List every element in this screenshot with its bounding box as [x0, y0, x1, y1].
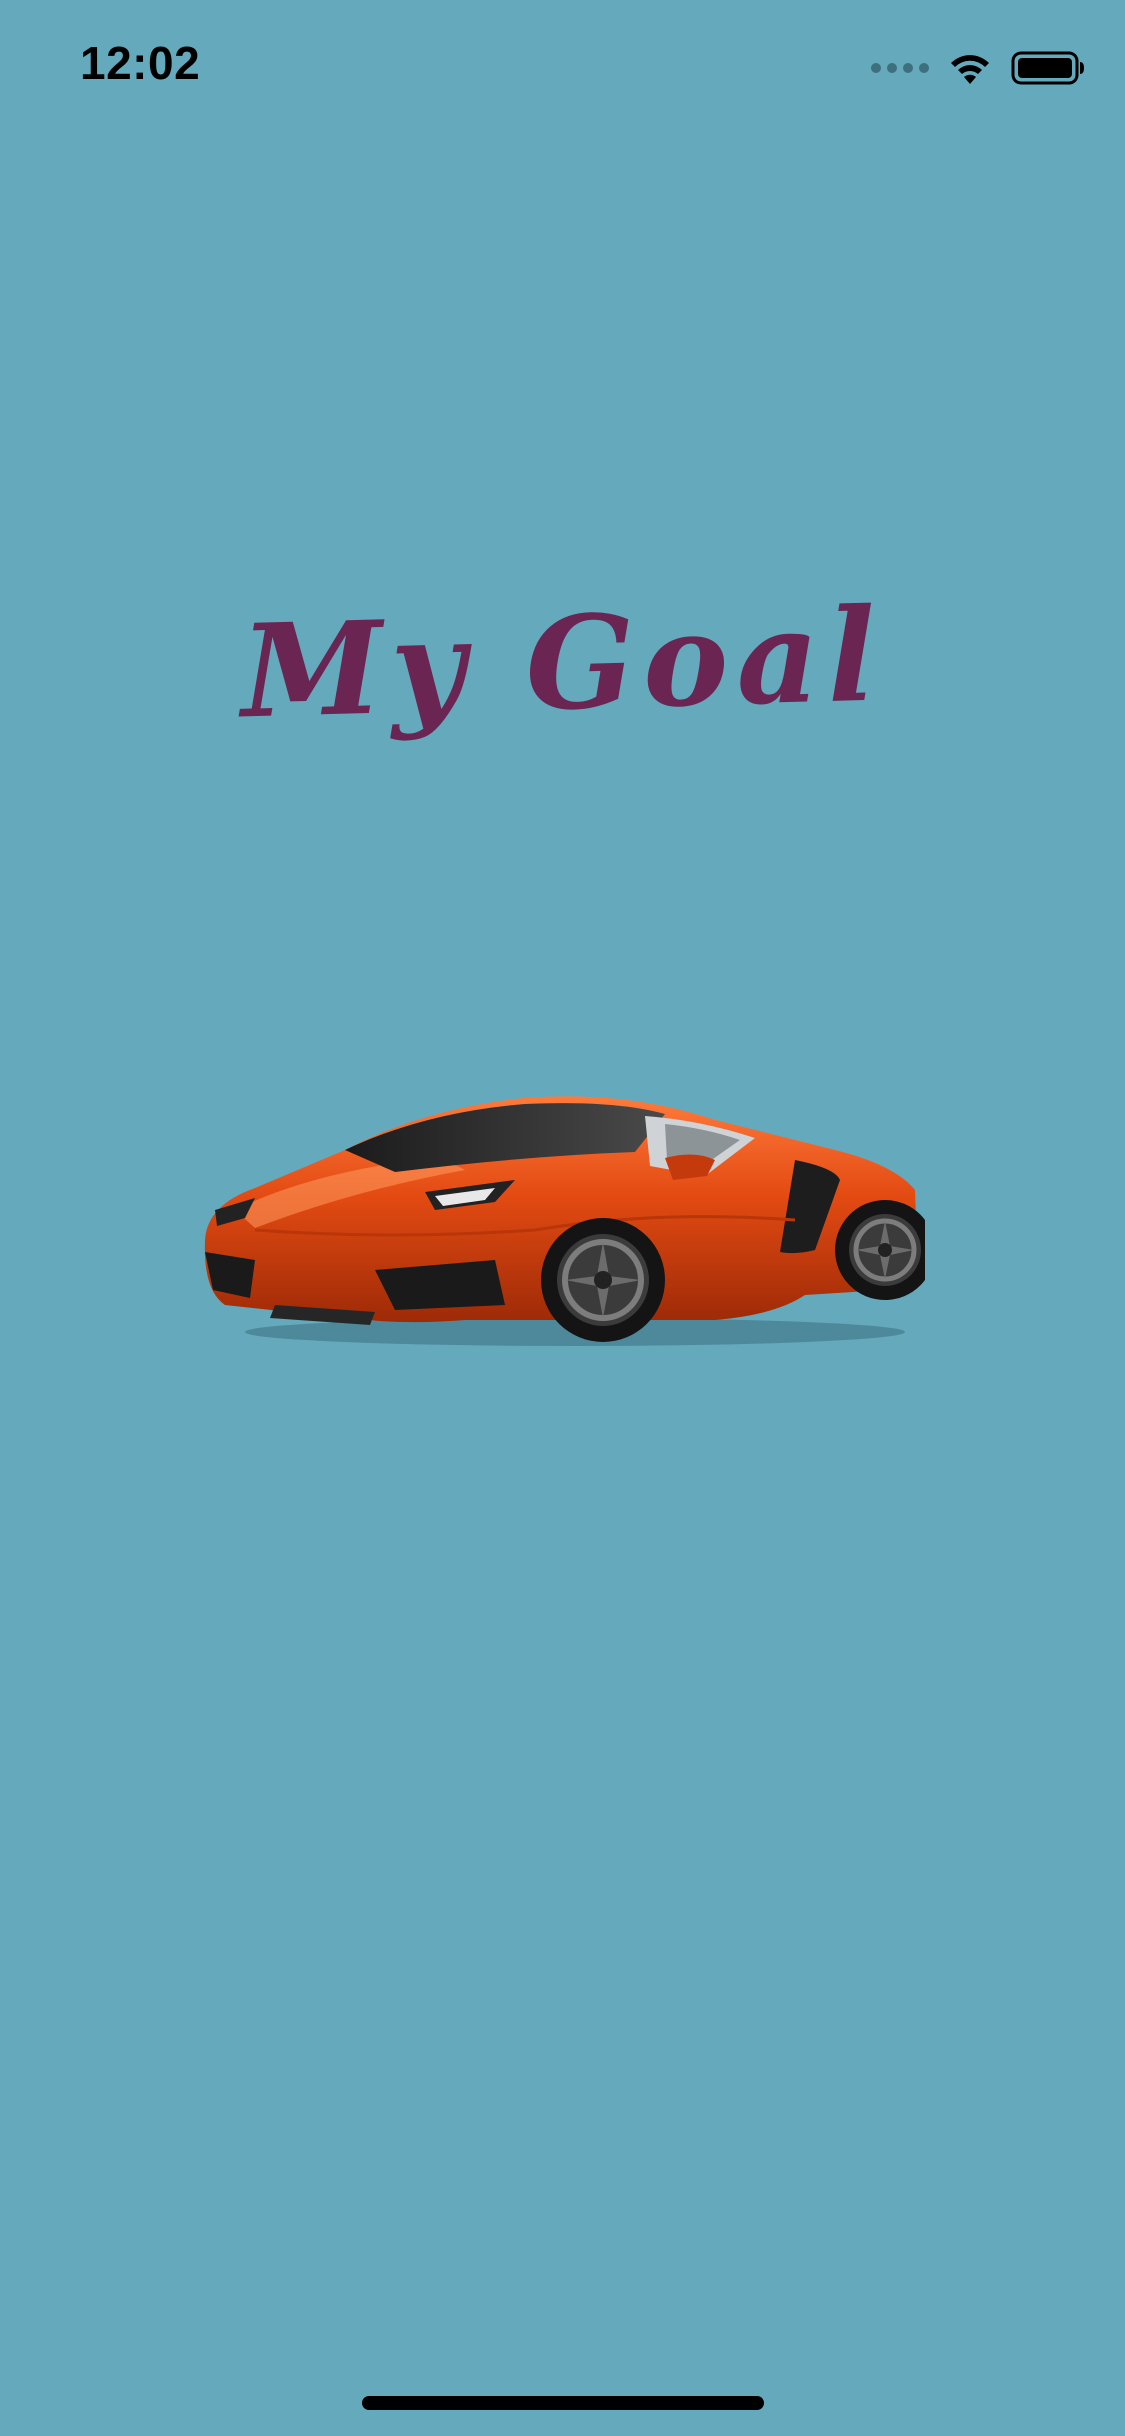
sports-car-icon [204, 1096, 935, 1346]
page-title: My Goal [239, 580, 886, 748]
home-indicator[interactable] [362, 2396, 764, 2410]
cellular-signal-icon [871, 63, 929, 73]
battery-icon [1011, 51, 1084, 85]
car-image [195, 1080, 935, 1350]
title-container: My Goal [0, 580, 1125, 750]
wifi-icon [951, 55, 989, 84]
status-time: 12:02 [80, 37, 201, 89]
status-indicators [871, 48, 1085, 88]
status-bar: 12:02 [0, 0, 1125, 132]
